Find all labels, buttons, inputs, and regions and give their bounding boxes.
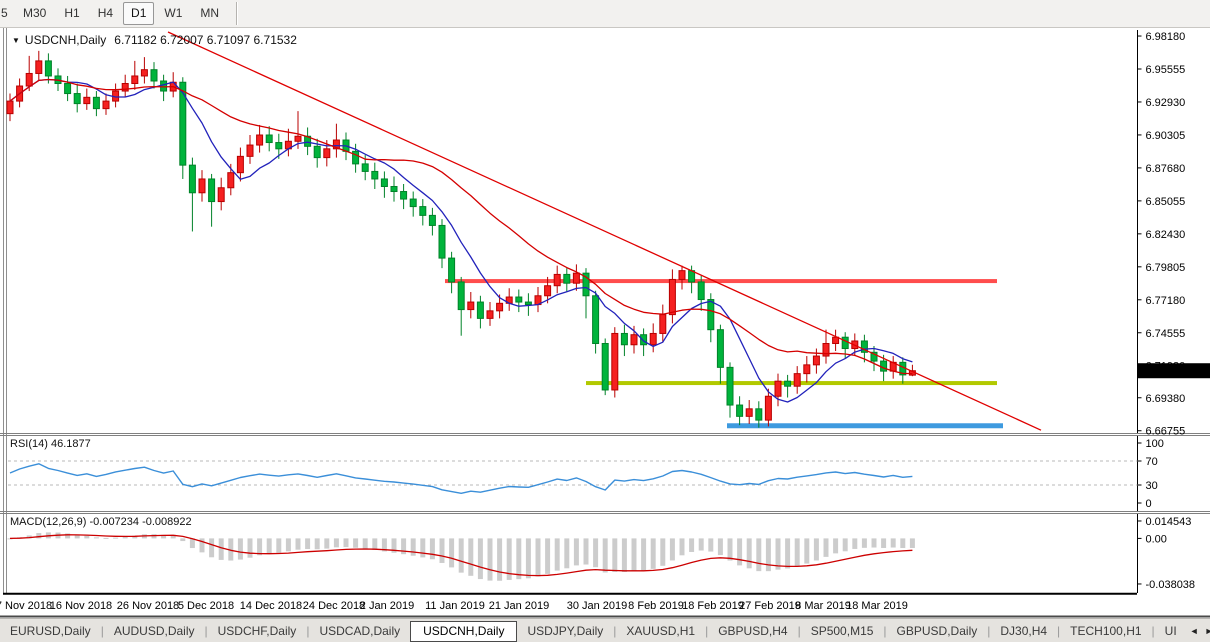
tab-scroll-right-icon[interactable]: ► (1202, 624, 1210, 638)
svg-text:2 Jan 2019: 2 Jan 2019 (360, 600, 414, 612)
svg-text:0: 0 (1146, 498, 1152, 510)
svg-text:0.014543: 0.014543 (1146, 516, 1192, 528)
horizontal-line-resistance[interactable] (445, 279, 997, 284)
tab-scroll-left-icon[interactable]: ◄ (1187, 624, 1202, 638)
chart-tab-gbpusd-h4[interactable]: GBPUSD,H4 (708, 621, 797, 642)
timeframe-button-5[interactable]: 5 (0, 2, 13, 25)
timeframe-button-mn[interactable]: MN (192, 2, 227, 25)
svg-text:6.98180: 6.98180 (1146, 31, 1186, 43)
macd-values: -0.007234 -0.008922 (89, 516, 192, 528)
svg-text:27 Feb 2019: 27 Feb 2019 (739, 600, 801, 612)
chart-tab-audusd-daily[interactable]: AUDUSD,Daily (104, 621, 205, 642)
svg-text:16 Nov 2018: 16 Nov 2018 (50, 600, 112, 612)
chart-tabs-bar: EURUSD,Daily | AUDUSD,Daily | USDCHF,Daily | U… (0, 618, 1210, 642)
svg-text:14 Dec 2018: 14 Dec 2018 (240, 600, 302, 612)
svg-text:30 Jan 2019: 30 Jan 2019 (567, 600, 628, 612)
chart-dropdown-icon: ▼ (12, 36, 20, 45)
chart-tab-tech100-h1[interactable]: TECH100,H1 (1060, 621, 1151, 642)
svg-text:6.66755: 6.66755 (1146, 426, 1186, 438)
svg-text:6.92930: 6.92930 (1146, 97, 1186, 109)
trading-terminal-window: 5 M30 H1 H4 D1 W1 MN 6.98180 6.95555 6.92930 6.90… (0, 0, 1210, 642)
svg-text:26 Nov 2018: 26 Nov 2018 (117, 600, 179, 612)
svg-text:18 Mar 2019: 18 Mar 2019 (846, 600, 908, 612)
date-axis: 7 Nov 201816 Nov 2018 26 Nov 20185 Dec 20… (0, 600, 908, 612)
svg-text:5 Dec 2018: 5 Dec 2018 (178, 600, 234, 612)
svg-text:6.95555: 6.95555 (1146, 64, 1186, 76)
svg-text:70: 70 (1146, 456, 1158, 468)
svg-text:6.87680: 6.87680 (1146, 163, 1186, 175)
svg-text:30: 30 (1146, 480, 1158, 492)
toolbar-separator (236, 2, 239, 25)
chart-tab-gbpusd-daily[interactable]: GBPUSD,Daily (887, 621, 988, 642)
chart-tab-usdjpy-daily[interactable]: USDJPY,Daily (517, 621, 613, 642)
svg-text:-0.038038: -0.038038 (1146, 579, 1196, 591)
chart-tab-usdchf-daily[interactable]: USDCHF,Daily (208, 621, 307, 642)
chart-tab-ui[interactable]: UI (1155, 621, 1187, 642)
svg-text:6.90305: 6.90305 (1146, 130, 1186, 142)
timeframe-button-w1[interactable]: W1 (156, 2, 190, 25)
svg-text:6.77180: 6.77180 (1146, 295, 1186, 307)
rsi-name: RSI(14) (10, 438, 48, 450)
svg-text:24 Dec 2018: 24 Dec 2018 (303, 600, 365, 612)
svg-text:18 Feb 2019: 18 Feb 2019 (682, 600, 744, 612)
chart-ohlc-values: 6.71182 6.72007 6.71097 6.71532 (114, 33, 297, 47)
svg-text:11 Jan 2019: 11 Jan 2019 (425, 600, 485, 612)
svg-text:8 Feb 2019: 8 Feb 2019 (628, 600, 684, 612)
svg-text:6.85055: 6.85055 (1146, 196, 1186, 208)
chart-tab-sp500-m15[interactable]: SP500,M15 (801, 621, 884, 642)
svg-text:6.74555: 6.74555 (1146, 328, 1186, 340)
chart-tab-xauusd-h1[interactable]: XAUUSD,H1 (616, 621, 705, 642)
svg-text:6.71532: 6.71532 (1145, 366, 1185, 378)
chart-title: ▼ USDCNH,Daily 6.71182 6.72007 6.71097 6.7… (12, 33, 297, 47)
svg-text:8 Mar 2019: 8 Mar 2019 (795, 600, 851, 612)
timeframe-button-h1[interactable]: H1 (56, 2, 87, 25)
svg-text:6.69380: 6.69380 (1146, 393, 1186, 405)
svg-text:100: 100 (1146, 438, 1164, 450)
macd-name: MACD(12,26,9) (10, 516, 87, 528)
chart-tab-dj30-h4[interactable]: DJ30,H4 (990, 621, 1057, 642)
rsi-value: 46.1877 (50, 438, 91, 450)
svg-text:7 Nov 2018: 7 Nov 2018 (0, 600, 52, 612)
macd-indicator-label: MACD(12,26,9) -0.007234 -0.008922 (10, 516, 192, 528)
chart-tab-usdcad-daily[interactable]: USDCAD,Daily (309, 621, 410, 642)
current-price-badge: 6.71532 (1137, 363, 1210, 379)
rsi-indicator-label: RSI(14) 46.1877 (10, 438, 91, 450)
svg-text:0.00: 0.00 (1146, 533, 1167, 545)
timeframe-button-d1[interactable]: D1 (123, 2, 155, 25)
chart-tab-eurusd-daily[interactable]: EURUSD,Daily (0, 621, 101, 642)
svg-text:6.82430: 6.82430 (1146, 229, 1186, 241)
chart-tab-usdcnh-daily[interactable]: USDCNH,Daily (410, 620, 518, 642)
svg-text:21 Jan 2019: 21 Jan 2019 (489, 600, 550, 612)
timeframe-toolbar: 5 M30 H1 H4 D1 W1 MN (0, 0, 1210, 28)
timeframe-button-m30[interactable]: M30 (15, 2, 54, 25)
timeframe-button-h4[interactable]: H4 (90, 2, 121, 25)
chart-symbol-label: USDCNH,Daily (24, 33, 107, 47)
svg-text:6.79805: 6.79805 (1146, 262, 1186, 274)
